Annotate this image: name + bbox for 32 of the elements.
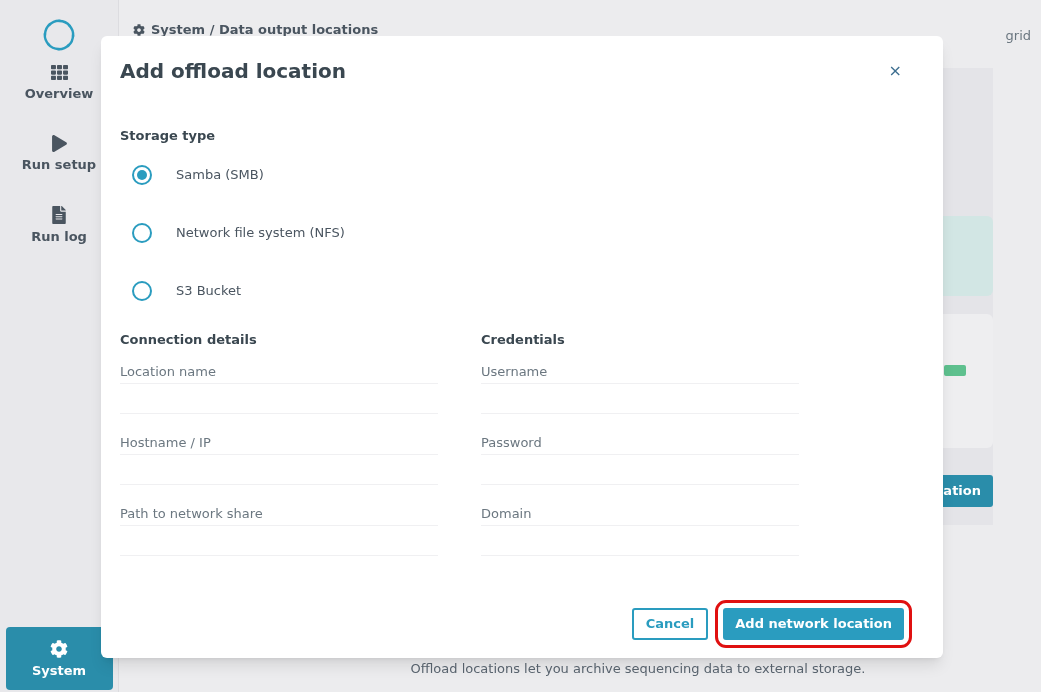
- gear-icon: [50, 640, 68, 658]
- radio-button[interactable]: [132, 164, 152, 185]
- radio-button[interactable]: [132, 280, 152, 301]
- option-label: Network file system (NFS): [176, 223, 345, 242]
- play-icon: [51, 135, 67, 152]
- grid-icon: [50, 64, 68, 81]
- close-button[interactable]: ×: [888, 63, 902, 79]
- gear-icon: [133, 23, 145, 36]
- cancel-button[interactable]: Cancel: [631, 608, 709, 640]
- field-label: Username: [481, 363, 549, 381]
- status-bar: [944, 365, 966, 376]
- section-heading: Storage type: [120, 127, 217, 145]
- section-heading: Credentials: [481, 330, 566, 349]
- field-label: Hostname / IP: [120, 434, 212, 452]
- footer-text: Offload locations let you archive sequencing data to external storage.: [410, 659, 866, 678]
- section-heading: Connection details: [120, 330, 258, 349]
- field-label: Location name: [120, 363, 217, 381]
- option-label: S3 Bucket: [176, 281, 242, 300]
- nav-item[interactable]: Overview: [5, 64, 113, 120]
- option-label: Samba (SMB): [176, 165, 264, 184]
- dialog-title: Add offload location: [120, 58, 346, 85]
- field-label: Password: [481, 434, 543, 452]
- logo-icon: [42, 18, 76, 52]
- field-label: Domain: [481, 505, 533, 523]
- header-text: grid: [1005, 27, 1031, 45]
- breadcrumb: System / Data output locations: [151, 21, 379, 39]
- nav-item[interactable]: Run setup: [5, 135, 113, 191]
- document-icon: [52, 206, 66, 224]
- field-label: Path to network share: [120, 505, 264, 523]
- radio-button[interactable]: [132, 222, 152, 243]
- nav-item[interactable]: Run log: [5, 206, 113, 262]
- nav-item[interactable]: System: [5, 627, 113, 690]
